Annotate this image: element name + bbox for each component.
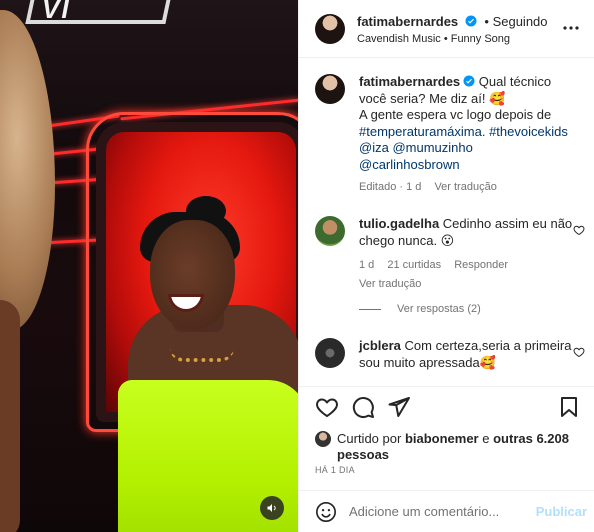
post-media-video[interactable]: VI xyxy=(0,0,298,532)
author-username[interactable]: fatimabernardes xyxy=(357,14,458,29)
foreground-person-arm xyxy=(0,300,20,532)
post-header: fatimabernardes • Seguindo Cavendish Mus… xyxy=(299,0,594,58)
reply-button[interactable]: Responder xyxy=(454,259,508,271)
commenter-avatar[interactable] xyxy=(315,216,345,246)
verified-badge-icon xyxy=(465,15,477,27)
comment-text: tulio.gadelha Cedinho assim eu não chego… xyxy=(359,216,581,292)
caption-body-2: A gente espera vc logo depois de xyxy=(359,107,552,122)
share-send-icon[interactable] xyxy=(387,395,411,419)
replies-divider xyxy=(359,308,381,310)
more-horizontal-icon xyxy=(563,26,579,30)
caption-username[interactable]: fatimabernardes xyxy=(359,74,460,89)
mention-link[interactable]: @iza xyxy=(359,140,389,155)
like-heart-icon[interactable] xyxy=(315,395,339,419)
add-comment-input[interactable] xyxy=(349,504,519,519)
post-actions: Curtido por biabonemer e outras 6.208 pe… xyxy=(299,386,594,490)
comment-like-heart-icon[interactable] xyxy=(573,224,585,236)
comment-like-count[interactable]: 21 curtidas xyxy=(387,259,441,271)
more-options-button[interactable] xyxy=(561,18,581,38)
comment-like-heart-icon[interactable] xyxy=(573,346,585,358)
comment-translate[interactable]: Ver tradução xyxy=(359,276,581,293)
view-replies-label: Ver respostas (2) xyxy=(397,303,481,315)
view-replies-button[interactable]: Ver respostas (2) xyxy=(359,303,481,315)
mention-link[interactable]: @carlinhosbrown xyxy=(359,157,460,172)
speaker-icon xyxy=(267,504,276,512)
post-side-panel: fatimabernardes • Seguindo Cavendish Mus… xyxy=(298,0,594,532)
header-author-line: fatimabernardes • Seguindo xyxy=(357,14,548,29)
caption-meta: Editado · 1 d Ver tradução xyxy=(359,179,581,196)
likes-text: Curtido por biabonemer e outras 6.208 pe… xyxy=(337,431,587,463)
caption: fatimabernardes Qual técnico você seria?… xyxy=(315,74,585,209)
hashtag-link[interactable]: #temperaturamáxima. xyxy=(359,124,485,139)
post-timestamp[interactable]: HÁ 1 DIA xyxy=(315,465,355,475)
publish-button[interactable]: Publicar xyxy=(536,504,587,519)
comment-age: 1 d xyxy=(359,259,375,271)
liker-avatar[interactable] xyxy=(315,431,331,447)
person-face xyxy=(150,220,235,330)
likes-and: e xyxy=(482,431,490,446)
audio-track-link[interactable]: Cavendish Music • Funny Song xyxy=(357,33,510,45)
comment-item: jcblera Com certeza,seria a primeira sou… xyxy=(315,338,585,386)
likes-prefix: Curtido por xyxy=(337,431,402,446)
comment-bubble-icon[interactable] xyxy=(351,395,375,419)
necklace xyxy=(170,348,234,362)
see-translation-link[interactable]: Ver tradução xyxy=(434,181,496,193)
comments-scroll-area[interactable]: fatimabernardes Qual técnico você seria?… xyxy=(299,58,594,386)
hashtag-link[interactable]: #thevoicekids xyxy=(489,124,568,139)
comment-username[interactable]: tulio.gadelha xyxy=(359,216,439,231)
commenter-avatar[interactable] xyxy=(315,338,345,368)
comment-text: jcblera Com certeza,seria a primeira sou… xyxy=(359,338,581,371)
stage-sign-text: VI xyxy=(42,0,71,24)
sound-toggle-button[interactable] xyxy=(260,496,284,520)
comment-item: tulio.gadelha Cedinho assim eu não chego… xyxy=(315,216,585,296)
comment-meta: 1 d 21 curtidas Responder xyxy=(359,257,581,274)
caption-text: fatimabernardes Qual técnico você seria?… xyxy=(359,74,581,196)
verified-badge-icon xyxy=(463,75,475,87)
add-comment-bar: Publicar xyxy=(299,490,594,532)
follow-status[interactable]: • Seguindo xyxy=(484,14,547,29)
comment-username[interactable]: jcblera xyxy=(359,338,401,353)
caption-edited-time: Editado · 1 d xyxy=(359,181,422,193)
caption-author-avatar[interactable] xyxy=(315,74,345,104)
save-bookmark-icon[interactable] xyxy=(557,395,581,419)
mention-link[interactable]: @mumuzinho xyxy=(392,140,472,155)
liker-username[interactable]: biabonemer xyxy=(405,431,479,446)
emoji-icon[interactable] xyxy=(315,501,337,523)
author-avatar[interactable] xyxy=(315,14,345,44)
